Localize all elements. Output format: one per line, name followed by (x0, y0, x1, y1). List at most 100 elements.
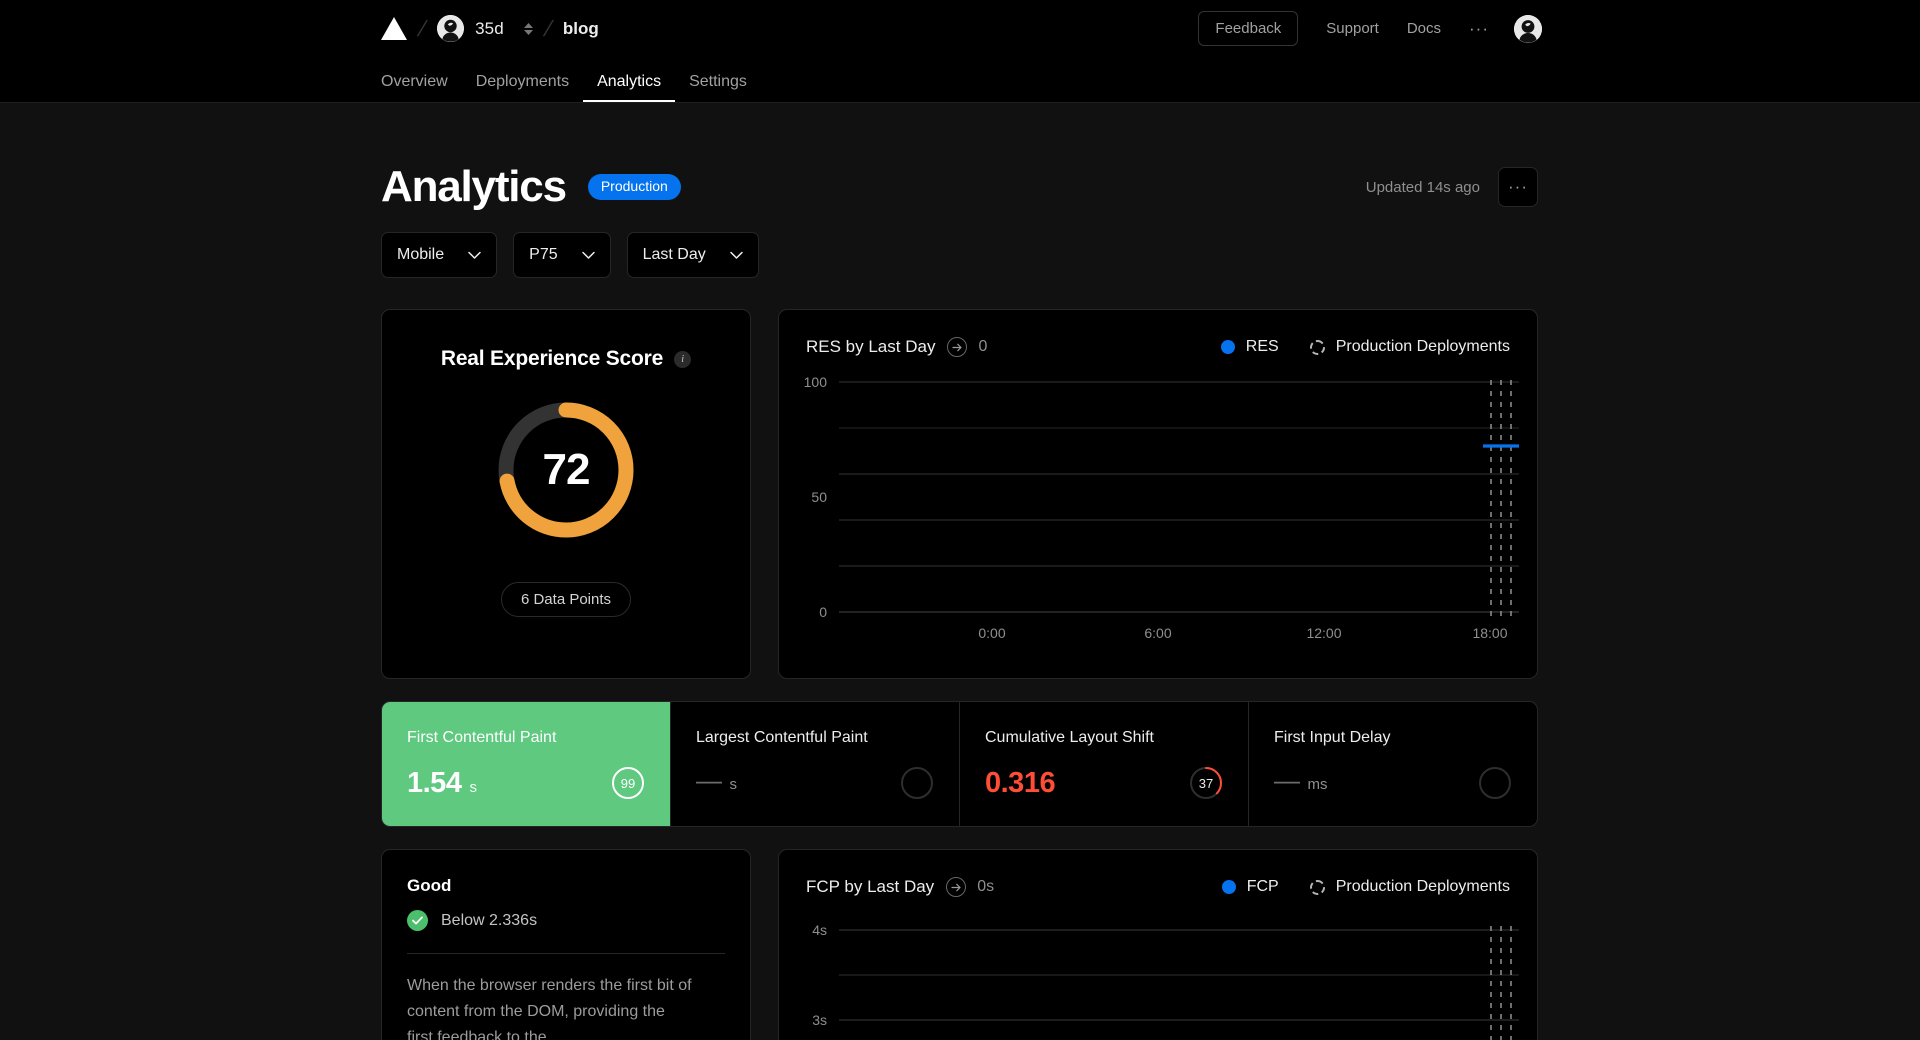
res-score-value: 72 (542, 445, 591, 494)
res-card-header: Real Experience Score i (440, 347, 692, 371)
info-icon[interactable]: i (674, 350, 692, 368)
svg-text:12:00: 12:00 (1306, 625, 1341, 641)
real-experience-score-card: Real Experience Score i 72 6 Data Points (381, 309, 751, 679)
res-chart-card: RES by Last Day 0 RES Production Deploym… (778, 309, 1538, 679)
metric-unit: s (469, 779, 477, 796)
svg-text:50: 50 (811, 489, 827, 505)
metric-description: When the browser renders the first bit o… (407, 977, 692, 1040)
metric-score-ring: 37 (1189, 766, 1223, 800)
metric-unit: s (729, 776, 738, 793)
res-gauge: 72 (491, 395, 641, 545)
metric-value: 0.316 (985, 767, 1056, 799)
metric-value: — (696, 765, 722, 795)
legend-item-deployments[interactable]: Production Deployments (1309, 338, 1510, 356)
breadcrumb-project[interactable]: blog (563, 19, 599, 39)
svg-text:6:00: 6:00 (1144, 625, 1171, 641)
data-points-badge[interactable]: 6 Data Points (500, 582, 632, 617)
legend-label: FCP (1246, 878, 1279, 895)
top-bar: / 35d / blog Feedback Support Docs ··· O… (0, 0, 1920, 103)
percentile-filter[interactable]: P75 (513, 232, 611, 278)
fcp-chart-card: FCP by Last Day 0s FCP Production Deploy… (778, 849, 1538, 1040)
svg-text:100: 100 (804, 374, 828, 390)
fcp-chart-value: 0s (977, 878, 995, 895)
legend-item-res[interactable]: RES (1220, 338, 1279, 356)
docs-link[interactable]: Docs (1407, 20, 1441, 37)
fcp-chart-header: FCP by Last Day 0s FCP Production Deploy… (779, 850, 1537, 897)
legend-dashed-circle-icon (1309, 339, 1325, 355)
chevron-down-icon (581, 251, 595, 259)
vercel-triangle-icon[interactable] (381, 17, 407, 40)
res-card-title: Real Experience Score (440, 347, 664, 370)
svg-text:0:00: 0:00 (978, 625, 1005, 641)
svg-text:18:00: 18:00 (1472, 625, 1507, 641)
legend-label: RES (1245, 338, 1279, 355)
metric-status-card: Good Below 2.336s When the browser rende… (381, 849, 751, 1040)
team-avatar (437, 15, 465, 42)
chevron-down-icon (468, 251, 481, 259)
metric-name: Largest Contentful Paint (696, 729, 868, 746)
metric-name: First Input Delay (1274, 729, 1391, 746)
metric-score-value: 37 (1198, 775, 1214, 791)
metric-score-value (1478, 766, 1512, 800)
res-chart-plot: 100 50 0 0:00 6:00 12:00 18:00 (804, 374, 1519, 641)
tab-analytics[interactable]: Analytics (583, 74, 676, 102)
status-threshold-row: Below 2.336s (407, 910, 725, 931)
device-filter[interactable]: Mobile (381, 232, 498, 278)
fcp-chart-legend: FCP Production Deployments (1221, 878, 1510, 896)
metric-value: 1.54 (407, 767, 462, 799)
tab-settings[interactable]: Settings (675, 74, 761, 102)
user-avatar[interactable] (1514, 14, 1542, 43)
metric-score-ring (1478, 766, 1512, 800)
feedback-button[interactable]: Feedback (1198, 10, 1299, 47)
period-filter[interactable]: Last Day (626, 232, 759, 278)
tab-overview[interactable]: Overview (367, 74, 462, 102)
res-chart-value: 0 (978, 338, 988, 355)
legend-item-fcp[interactable]: FCP (1221, 878, 1279, 896)
legend-solid-dot-icon (1221, 880, 1236, 894)
tab-deployments[interactable]: Deployments (462, 74, 583, 102)
top-bar-actions: Feedback Support Docs ··· (1198, 0, 1920, 57)
metric-score-ring (900, 766, 934, 800)
project-tabs: Overview Deployments Analytics Settings (0, 57, 1920, 102)
team-name: 35d (475, 18, 504, 38)
res-chart-header: RES by Last Day 0 RES Production Deploym… (779, 310, 1537, 357)
breadcrumb-separator-2: / (540, 15, 556, 41)
metric-card-cls[interactable]: Cumulative Layout Shift 0.316 37 (960, 702, 1249, 826)
page-options-button[interactable]: ··· (1498, 167, 1538, 207)
svg-text:3s: 3s (812, 1012, 827, 1028)
fcp-chart-plot: 4s 3s (812, 922, 1519, 1040)
page-title: Analytics (381, 162, 567, 211)
divider (407, 953, 725, 954)
detail-row: Good Below 2.336s When the browser rende… (381, 849, 1538, 1040)
res-chart-legend: RES Production Deployments (1220, 338, 1510, 356)
legend-label: Production Deployments (1335, 878, 1510, 895)
more-menu-icon[interactable]: ··· (1469, 19, 1489, 39)
metric-score-ring: 99 (611, 766, 645, 800)
device-filter-value: Mobile (397, 246, 445, 263)
metric-name: Cumulative Layout Shift (985, 729, 1154, 746)
page-header-actions: Updated 14s ago ··· (1366, 167, 1538, 207)
metric-card-fcp[interactable]: First Contentful Paint 1.54 s 99 (382, 702, 671, 826)
last-updated-text: Updated 14s ago (1365, 178, 1480, 196)
metric-unit: ms (1307, 776, 1328, 793)
arrow-right-icon[interactable] (947, 337, 968, 357)
legend-label: Production Deployments (1335, 338, 1510, 355)
filter-bar: Mobile P75 Last Day (381, 232, 1538, 278)
team-switcher-icon[interactable] (523, 22, 533, 35)
metric-name: First Contentful Paint (407, 729, 557, 746)
metric-card-fid[interactable]: First Input Delay — ms (1249, 702, 1537, 826)
support-link[interactable]: Support (1326, 20, 1379, 37)
fcp-chart-title: FCP by Last Day (806, 877, 935, 896)
metric-value-row: — ms (1274, 765, 1512, 795)
arrow-right-icon[interactable] (946, 877, 967, 897)
metric-score-value: 99 (620, 775, 636, 791)
svg-text:4s: 4s (812, 922, 827, 938)
metric-card-lcp[interactable]: Largest Contentful Paint — s (671, 702, 960, 826)
period-filter-value: Last Day (642, 246, 706, 263)
legend-item-deployments[interactable]: Production Deployments (1309, 878, 1510, 896)
breadcrumb-team[interactable]: 35d (437, 15, 533, 42)
metric-value-row: — s (696, 765, 934, 795)
legend-dashed-circle-icon (1309, 879, 1325, 895)
metric-value: — (1274, 765, 1300, 795)
breadcrumb-separator: / (415, 15, 430, 41)
